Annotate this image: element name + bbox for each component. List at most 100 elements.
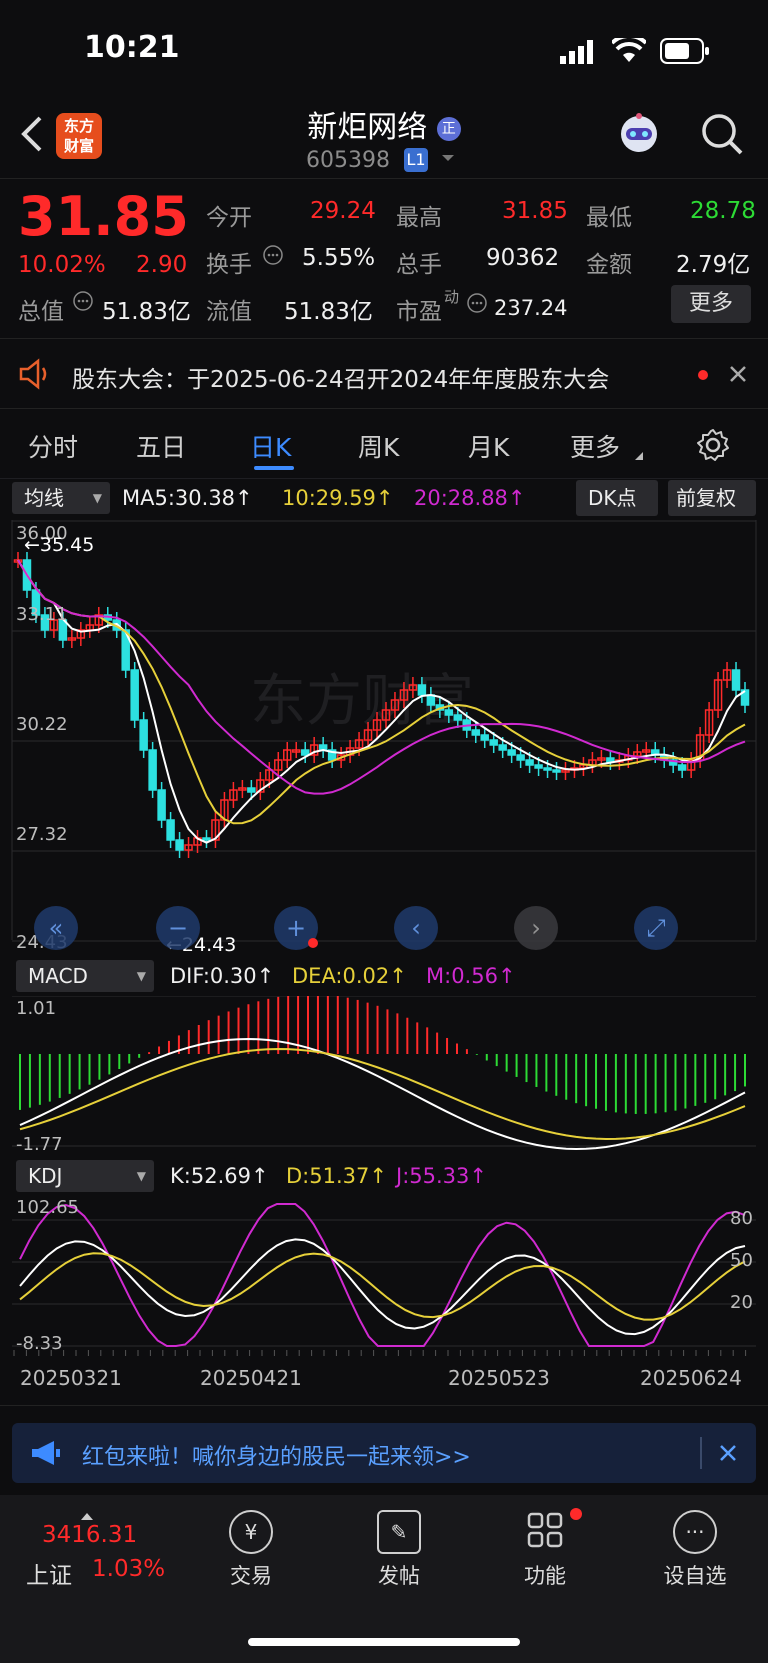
candle-body xyxy=(507,749,516,756)
candle-body xyxy=(677,764,687,771)
unread-dot xyxy=(698,370,708,380)
close-icon[interactable] xyxy=(718,1443,738,1467)
nav-functions[interactable]: 功能 xyxy=(490,1510,600,1590)
tab-five-day[interactable]: 五日 xyxy=(136,428,186,464)
candle-body xyxy=(480,734,489,741)
chevron-down-icon[interactable] xyxy=(440,150,456,170)
tab-monthly-k[interactable]: 月K xyxy=(468,428,509,464)
search-icon[interactable] xyxy=(700,112,744,160)
promo-banner[interactable]: 红包来啦！喊你身边的股民一起来领>> xyxy=(12,1423,756,1483)
date-label-2: 20250421 xyxy=(200,1366,302,1390)
candle-body xyxy=(444,709,454,716)
dk-point-button[interactable]: DK点 xyxy=(576,480,658,516)
macd-chart[interactable] xyxy=(0,996,768,1156)
info-icon[interactable] xyxy=(72,290,94,316)
index-name[interactable]: 上证 xyxy=(26,1556,72,1590)
nav-watchlist[interactable]: ··· 设自选 xyxy=(640,1510,750,1590)
candle-body xyxy=(731,669,741,691)
open-value: 29.24 xyxy=(310,198,376,224)
close-icon[interactable] xyxy=(728,364,748,388)
date-label-1: 20250321 xyxy=(20,1366,122,1390)
divider xyxy=(0,408,768,409)
candle-body xyxy=(525,759,534,766)
j-value: J:55.33↑ xyxy=(396,1164,487,1188)
grid-apps-icon xyxy=(523,1510,567,1554)
kdj-chart[interactable] xyxy=(0,1196,768,1356)
change-pct: 10.02% xyxy=(18,252,106,278)
ma20-value: 20:28.88↑ xyxy=(414,486,526,510)
tab-daily-k[interactable]: 日K xyxy=(250,428,291,464)
tab-intraday[interactable]: 分时 xyxy=(28,428,78,464)
macd-y-bottom: -1.77 xyxy=(16,1134,63,1155)
tab-more[interactable]: 更多 xyxy=(570,428,620,464)
yen-exchange-icon: ¥ xyxy=(229,1510,273,1554)
k-line xyxy=(19,1238,746,1336)
settings-gear-icon[interactable] xyxy=(696,428,730,466)
candle-body xyxy=(552,769,561,773)
candle-body xyxy=(300,749,310,756)
d-value: D:51.37↑ xyxy=(286,1164,387,1188)
candle-body xyxy=(157,789,166,821)
kdj-y-bottom: -8.33 xyxy=(16,1333,63,1354)
d-line xyxy=(19,1252,746,1321)
robot-assistant-icon[interactable] xyxy=(616,112,662,162)
high-label: 最高 xyxy=(396,205,442,231)
kdj-selector[interactable]: KDJ ▼ xyxy=(16,1160,154,1192)
k-value: K:52.69↑ xyxy=(170,1164,269,1188)
kline-chart[interactable]: 东方财富 xyxy=(0,520,768,950)
zoom-out-icon[interactable]: − xyxy=(156,906,200,950)
status-bar: 10:21 xyxy=(0,0,768,96)
fullscreen-icon[interactable]: ⤢ xyxy=(634,906,678,950)
current-price: 31.85 xyxy=(18,185,189,248)
zoom-dot xyxy=(308,938,318,948)
battery-icon xyxy=(660,38,710,68)
float-cap-label: 流值 xyxy=(206,299,252,325)
more-button[interactable]: 更多 xyxy=(671,285,751,323)
divider xyxy=(0,178,768,179)
clock: 10:21 xyxy=(84,30,180,65)
date-label-3: 20250523 xyxy=(448,1366,550,1390)
volume-label: 总手 xyxy=(396,252,442,278)
change-value: 2.90 xyxy=(136,252,188,278)
kdj-level-50: 50 xyxy=(730,1250,753,1271)
fast-back-icon[interactable]: « xyxy=(34,906,78,950)
info-icon[interactable] xyxy=(466,292,488,318)
scroll-left-icon[interactable]: ‹ xyxy=(394,906,438,950)
y-label-2: 33.11 xyxy=(16,604,68,625)
divider xyxy=(0,1405,768,1406)
ma-selector[interactable]: 均线 ▼ xyxy=(12,482,110,514)
amount-value: 2.79亿 xyxy=(676,252,751,278)
wifi-icon xyxy=(610,33,648,68)
active-tab-underline xyxy=(254,466,294,470)
index-pct[interactable]: 1.03% xyxy=(92,1556,165,1582)
nav-trade[interactable]: ¥ 交易 xyxy=(196,1510,306,1590)
index-value[interactable]: 3416.31 xyxy=(42,1522,137,1548)
pe-sup: 动 xyxy=(444,288,460,306)
nav-trade-label: 交易 xyxy=(230,1564,272,1588)
level-badge[interactable]: L1 xyxy=(404,148,428,172)
divider xyxy=(0,478,768,479)
nav-post-label: 发帖 xyxy=(378,1564,420,1588)
macd-m-value: M:0.56↑ xyxy=(426,964,516,988)
high-marker: ←35.45 xyxy=(24,534,95,556)
macd-selector[interactable]: MACD ▼ xyxy=(16,960,154,992)
promo-text: 红包来啦！喊你身边的股民一起来领>> xyxy=(82,1445,471,1470)
candle-body xyxy=(534,764,543,769)
candle-body xyxy=(471,729,480,736)
y-label-3: 30.22 xyxy=(16,714,68,735)
low-label: 最低 xyxy=(586,205,632,231)
macd-y-top: 1.01 xyxy=(16,998,57,1019)
candle-body xyxy=(516,754,525,761)
adjust-button[interactable]: 前复权 xyxy=(668,480,756,516)
notice-bar[interactable]: 股东大会：于2025-06-24召开2024年年度股东大会 xyxy=(0,340,768,408)
scroll-right-icon[interactable]: › xyxy=(514,906,558,950)
y-label-4: 27.32 xyxy=(16,824,68,845)
tab-weekly-k[interactable]: 周K xyxy=(358,428,399,464)
nav-functions-label: 功能 xyxy=(524,1564,566,1588)
kdj-y-top: 102.65 xyxy=(16,1197,79,1218)
margin-badge-icon: 正 xyxy=(436,116,461,141)
market-cap-label: 总值 xyxy=(18,299,64,325)
info-icon[interactable] xyxy=(262,244,284,270)
nav-post[interactable]: ✎ 发帖 xyxy=(344,1510,454,1590)
candle-body xyxy=(175,839,184,851)
